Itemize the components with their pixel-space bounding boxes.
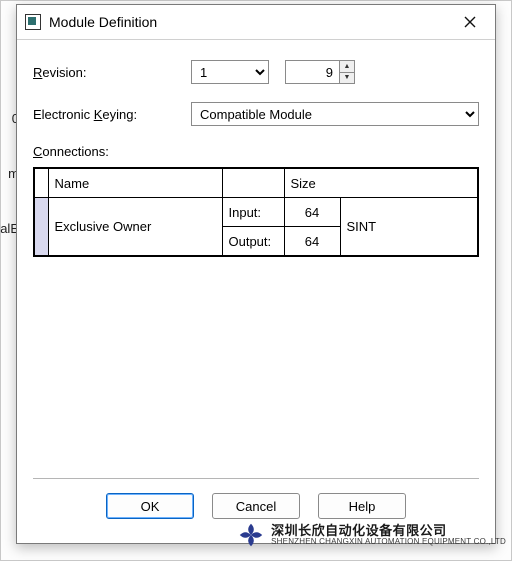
cell-input-label: Input: bbox=[222, 198, 284, 227]
cell-type[interactable]: SINT bbox=[340, 198, 478, 257]
revision-row: Revision: 1 ▲ ▼ bbox=[33, 60, 479, 84]
cell-output-size[interactable]: 64 bbox=[284, 227, 340, 257]
connections-label: Connections: bbox=[33, 144, 479, 159]
module-definition-dialog: Module Definition Revision: 1 ▲ ▼ Electr… bbox=[16, 4, 496, 544]
close-button[interactable] bbox=[453, 10, 487, 34]
table-row[interactable]: Exclusive Owner Input: 64 SINT bbox=[34, 198, 478, 227]
header-name: Name bbox=[48, 168, 222, 198]
spin-down-icon[interactable]: ▼ bbox=[339, 72, 355, 85]
header-handle bbox=[34, 168, 48, 198]
cell-output-label: Output: bbox=[222, 227, 284, 257]
dialog-content: Revision: 1 ▲ ▼ Electronic Keying: Compa… bbox=[17, 40, 495, 543]
ok-button[interactable]: OK bbox=[106, 493, 194, 519]
revision-minor-input[interactable] bbox=[285, 60, 339, 84]
header-size: Size bbox=[284, 168, 478, 198]
help-button[interactable]: Help bbox=[318, 493, 406, 519]
revision-minor-spinner[interactable]: ▲ ▼ bbox=[285, 60, 355, 84]
revision-label: Revision: bbox=[33, 65, 191, 80]
table-header-row: Name Size bbox=[34, 168, 478, 198]
connections-table: Name Size Exclusive Owner Input: 64 SINT… bbox=[33, 167, 479, 257]
row-handle[interactable] bbox=[34, 198, 48, 257]
button-bar: OK Cancel Help bbox=[33, 479, 479, 535]
cell-input-size[interactable]: 64 bbox=[284, 198, 340, 227]
dialog-title: Module Definition bbox=[49, 14, 453, 30]
keying-row: Electronic Keying: Compatible Module bbox=[33, 102, 479, 126]
titlebar: Module Definition bbox=[17, 5, 495, 40]
keying-label: Electronic Keying: bbox=[33, 107, 191, 122]
spinner-buttons[interactable]: ▲ ▼ bbox=[339, 60, 355, 84]
app-icon bbox=[25, 14, 41, 30]
close-icon bbox=[464, 16, 476, 28]
keying-select[interactable]: Compatible Module bbox=[191, 102, 479, 126]
header-blank bbox=[222, 168, 284, 198]
cancel-button[interactable]: Cancel bbox=[212, 493, 300, 519]
cell-name[interactable]: Exclusive Owner bbox=[48, 198, 222, 257]
spin-up-icon[interactable]: ▲ bbox=[339, 60, 355, 72]
revision-major-select[interactable]: 1 bbox=[191, 60, 269, 84]
